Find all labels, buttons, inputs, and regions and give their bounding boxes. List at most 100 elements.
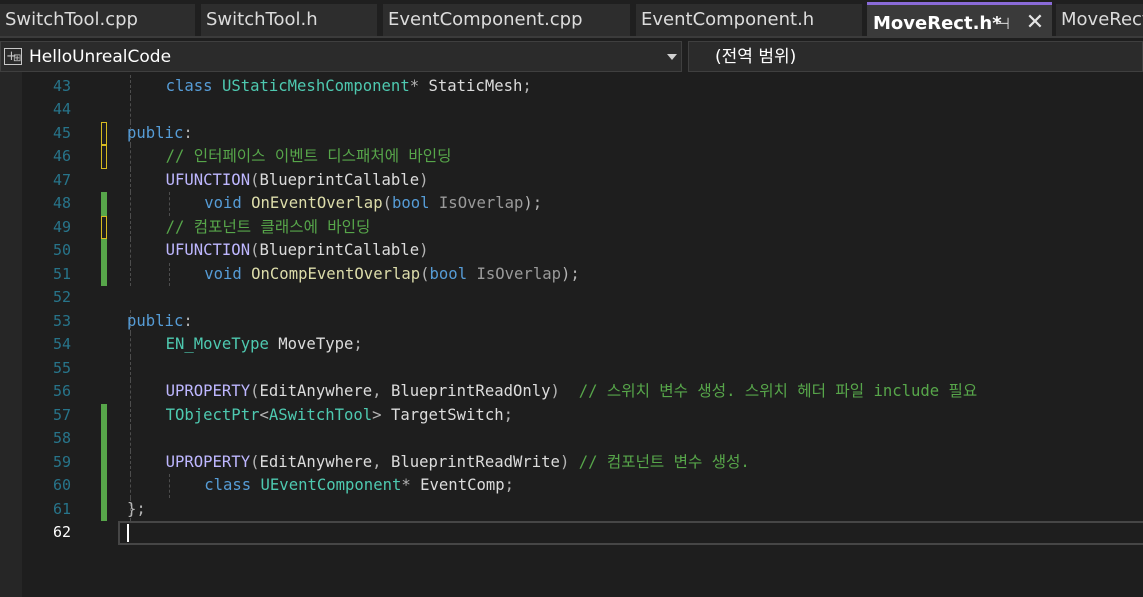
code-token: UPROPERTY [165, 382, 251, 400]
code-text: public: [127, 122, 193, 146]
code-token: ); [523, 194, 543, 212]
code-token: void [204, 194, 242, 212]
unsaved-change-marker [101, 121, 107, 145]
saved-change-marker [101, 192, 107, 216]
code-line[interactable]: 45 public: [0, 121, 1143, 146]
tab-switchtool-cpp[interactable]: SwitchTool.cpp [0, 4, 195, 36]
code-token: ( [382, 194, 392, 212]
code-line[interactable]: 49 // 컴포넌트 클래스에 바인딩 [0, 215, 1143, 240]
code-token: BlueprintCallable [259, 170, 420, 189]
code-token: , [372, 382, 391, 400]
code-token: IsOverlap [438, 194, 524, 212]
code-token: < [259, 405, 269, 424]
code-line[interactable]: 53 public: [0, 309, 1143, 334]
code-line[interactable]: 57 TObjectPtr<ASwitchTool> TargetSwitch; [0, 403, 1143, 428]
code-text: // 컴포넌트 클래스에 바인딩 [166, 216, 371, 240]
code-token: ; [353, 335, 363, 353]
line-number: 48 [52, 194, 71, 212]
code-token: EN_MoveType [165, 335, 269, 353]
code-line[interactable]: 61}; [0, 497, 1143, 522]
indent-guide [130, 74, 131, 98]
code-token: // 컴포넌트 클래스에 바인딩 [165, 217, 371, 236]
line-number: 61 [52, 499, 71, 518]
line-number: 56 [52, 382, 71, 400]
line-number: 44 [52, 100, 71, 118]
indent-guide [130, 145, 131, 169]
saved-change-marker [101, 427, 107, 451]
tab-moverect-cpp[interactable]: MoveRect [1056, 4, 1143, 36]
tab-eventcomponent-cpp[interactable]: EventComponent.cpp [383, 4, 630, 36]
tab-moverect-h[interactable]: MoveRect.h* ⊣ ✕ [867, 2, 1052, 36]
project-dropdown[interactable]: + ⊞ HelloUnrealCode [0, 41, 682, 72]
code-text: UPROPERTY(EditAnywhere, BlueprintReadOnl… [166, 380, 978, 404]
pin-icon[interactable]: ⊣ [993, 5, 1013, 36]
code-token: BlueprintCallable [259, 241, 420, 259]
line-number: 43 [52, 76, 71, 95]
code-token: ; [522, 76, 532, 95]
code-line[interactable]: 46 // 인터페이스 이벤트 디스패처에 바인딩 [0, 145, 1143, 169]
code-line[interactable]: 56 UPROPERTY(EditAnywhere, BlueprintReadO… [0, 380, 1143, 404]
code-editor[interactable]: 43 class UStaticMeshComponent* StaticMesh… [0, 72, 1143, 597]
close-icon[interactable]: ✕ [1024, 5, 1046, 36]
code-text: public: [127, 310, 193, 334]
code-line[interactable]: 50 UFUNCTION(BlueprintCallable) [0, 239, 1143, 263]
scope-dropdown[interactable]: (전역 범위) [688, 41, 1143, 72]
code-token: UEventComponent [260, 476, 402, 494]
indent-guide [130, 262, 131, 286]
tab-label: SwitchTool.cpp [5, 9, 138, 30]
line-number: 46 [52, 147, 71, 165]
code-token: * [409, 76, 429, 95]
code-line[interactable]: 43 class UStaticMeshComponent* StaticMesh… [0, 74, 1143, 98]
code-token: UPROPERTY [165, 452, 251, 471]
indent-guide [130, 239, 131, 263]
navigation-bar: + ⊞ HelloUnrealCode (전역 범위) [0, 41, 1143, 72]
code-token: : [183, 311, 193, 330]
chevron-down-icon [667, 54, 677, 60]
code-token: class [204, 476, 252, 494]
code-token: IsOverlap [476, 264, 561, 283]
code-token: , [372, 452, 391, 471]
line-number: 51 [52, 264, 71, 283]
code-line[interactable]: 47 UFUNCTION(BlueprintCallable) [0, 168, 1143, 193]
code-token: void [204, 264, 242, 283]
indent-guide [130, 403, 131, 427]
indent-guide [130, 168, 131, 192]
indent-guide [168, 262, 170, 286]
code-line[interactable]: 55 [0, 356, 1143, 380]
code-line[interactable]: 54 EN_MoveType MoveType; [0, 333, 1143, 357]
project-name: HelloUnrealCode [29, 47, 172, 67]
unsaved-change-marker [101, 145, 107, 169]
code-text: TObjectPtr<ASwitchTool> TargetSwitch; [166, 404, 513, 428]
line-number: 59 [52, 452, 71, 471]
code-token: ); [560, 264, 580, 283]
tab-label: EventComponent.cpp [388, 9, 583, 30]
line-number: 49 [52, 217, 71, 236]
code-line[interactable]: 60 class UEventComponent* EventComp; [0, 474, 1143, 498]
code-text: }; [127, 498, 146, 522]
saved-change-marker [101, 262, 107, 286]
code-text: UFUNCTION(BlueprintCallable) [166, 169, 429, 193]
class-view-icon: + ⊞ [4, 48, 22, 65]
code-text: EN_MoveType MoveType; [166, 333, 363, 357]
code-token: EditAnywhere [259, 382, 373, 400]
code-line[interactable]: 51 void OnCompEventOverlap(bool IsOverlap… [0, 262, 1143, 286]
code-line[interactable]: 48 void OnEventOverlap(bool IsOverlap); [0, 192, 1143, 216]
tab-label: MoveRect.h* [873, 13, 1002, 34]
code-line[interactable]: 44 [0, 98, 1143, 122]
code-token: class [165, 76, 213, 95]
tab-switchtool-h[interactable]: SwitchTool.h [201, 4, 377, 36]
indent-guide [130, 427, 131, 451]
code-token: // 컴포넌트 변수 생성. [578, 452, 750, 471]
tab-eventcomponent-h[interactable]: EventComponent.h [636, 4, 862, 36]
indent-guide [130, 215, 131, 239]
unsaved-change-marker [101, 215, 107, 239]
line-number: 50 [52, 241, 71, 259]
code-line[interactable]: 58 [0, 427, 1143, 451]
saved-change-marker [101, 497, 107, 521]
code-token: ) [550, 382, 560, 400]
code-line[interactable]: 59 UPROPERTY(EditAnywhere, BlueprintReadW… [0, 450, 1143, 474]
code-line[interactable]: 52 [0, 286, 1143, 310]
